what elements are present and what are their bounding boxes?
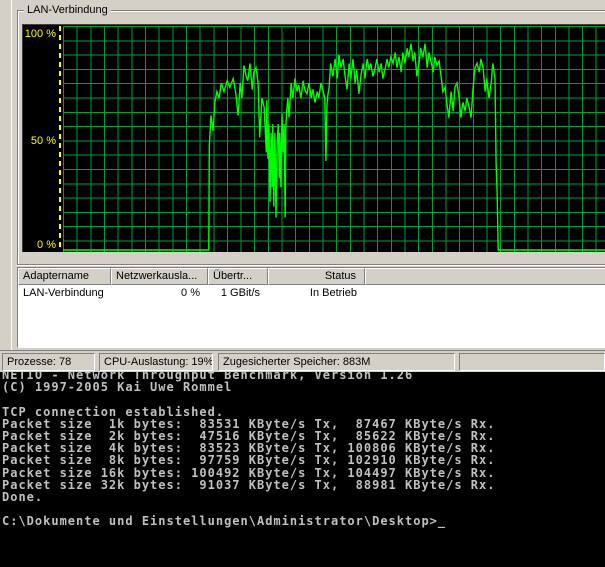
- console-line: Packet size 32k bytes: 91037 KByte/s Tx,…: [2, 479, 605, 491]
- tab-page-edge: [11, 0, 12, 372]
- network-utilization-graph: 100 % 50 % 0 %: [22, 24, 605, 252]
- console-output: NETIO - Network Throughput Benchmark, Ve…: [0, 372, 605, 527]
- column-header-2[interactable]: Übertr...: [208, 268, 268, 285]
- command-prompt[interactable]: NETIO - Network Throughput Benchmark, Ve…: [0, 372, 605, 567]
- column-header-3[interactable]: Status: [268, 268, 365, 285]
- console-line: [2, 393, 605, 405]
- statusbar-cpu-usage: CPU-Auslastung: 19%: [99, 353, 213, 371]
- console-line: Packet size 16k bytes: 100492 KByte/s Tx…: [2, 467, 605, 479]
- ytick-50: 50 %: [23, 135, 56, 147]
- column-header-filler: [365, 268, 605, 285]
- console-line: TCP connection established.: [2, 406, 605, 418]
- utilization-plot: [61, 25, 605, 252]
- table-cell: 0 %: [111, 285, 208, 301]
- adapter-table-body: LAN-Verbindung0 %1 GBit/sIn Betrieb: [18, 285, 605, 301]
- console-line: (C) 1997-2005 Kai Uwe Rommel: [2, 381, 605, 393]
- table-cell: In Betrieb: [268, 285, 365, 301]
- adapter-table-header: AdapternameNetzwerkausla...Übertr...Stat…: [18, 268, 605, 285]
- column-header-1[interactable]: Netzwerkausla...: [111, 268, 208, 285]
- table-cell: 1 GBit/s: [208, 285, 268, 301]
- utilization-polyline: [63, 44, 605, 250]
- statusbar-empty-panel: [459, 353, 605, 371]
- statusbar-processes: Prozesse: 78: [2, 353, 95, 371]
- statusbar-commit-charge: Zugesicherter Speicher: 883M: [218, 353, 455, 371]
- table-cell: LAN-Verbindung: [18, 285, 111, 301]
- column-header-0[interactable]: Adaptername: [18, 268, 111, 285]
- taskmanager-network-tab: LAN-Verbindung 100 % 50 % 0 % Adapternam…: [0, 0, 605, 372]
- groupbox-label: LAN-Verbindung: [24, 4, 111, 17]
- console-line: Packet size 8k bytes: 97759 KByte/s Tx, …: [2, 454, 605, 466]
- adapter-table: AdapternameNetzwerkausla...Übertr...Stat…: [17, 267, 605, 348]
- ytick-0: 0 %: [23, 239, 56, 251]
- status-bar: Prozesse: 78 CPU-Auslastung: 19% Zugesic…: [0, 350, 605, 373]
- console-line: C:\Dokumente und Einstellungen\Administr…: [2, 515, 605, 527]
- table-row[interactable]: LAN-Verbindung0 %1 GBit/sIn Betrieb: [18, 285, 605, 301]
- ytick-100: 100 %: [23, 28, 56, 40]
- console-line: Done.: [2, 491, 605, 503]
